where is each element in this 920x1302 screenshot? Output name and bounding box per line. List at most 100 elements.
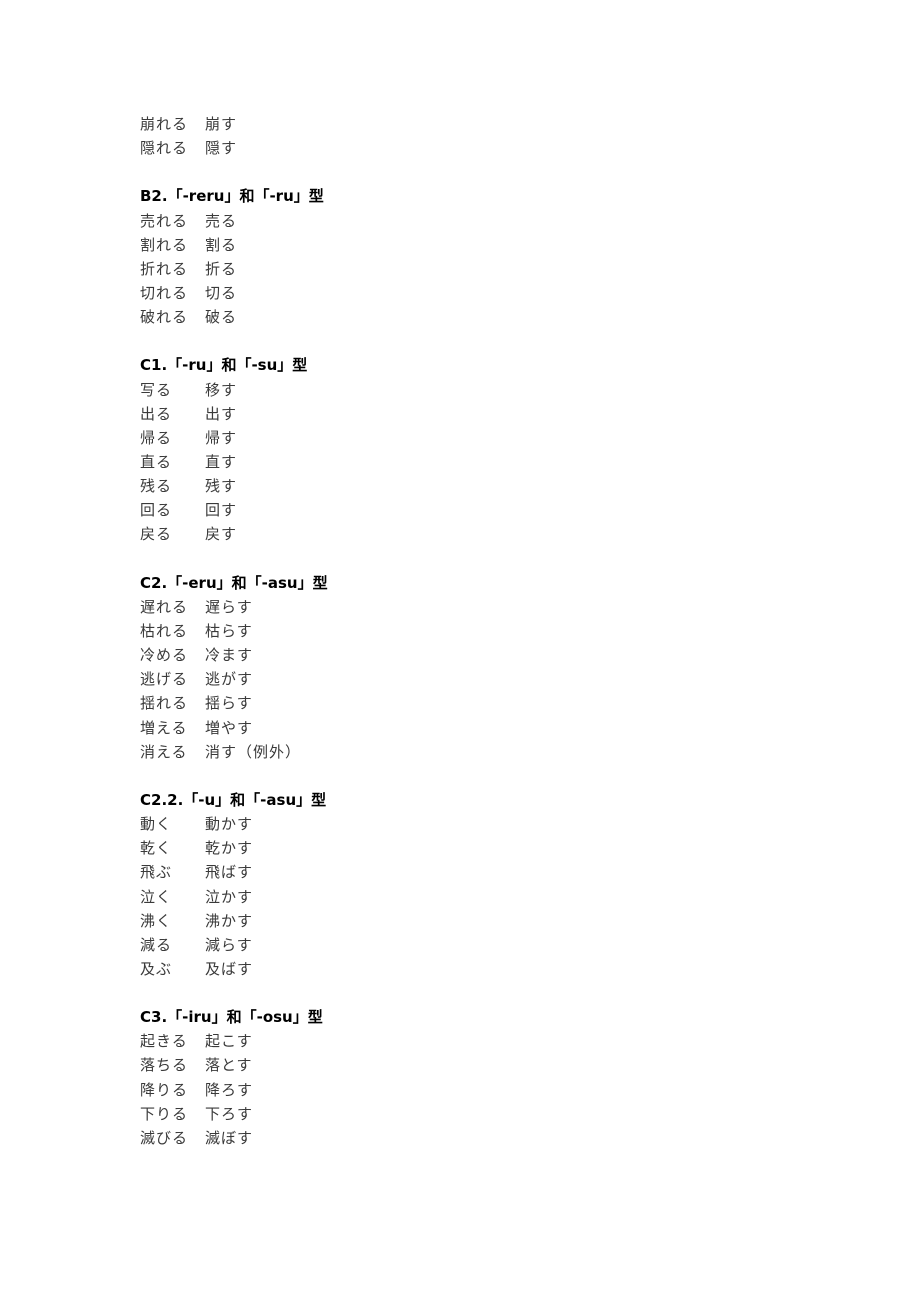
transitive-verb: 泣かす [205,887,254,906]
verb-pair-row: 直る 直す [140,450,328,474]
verb-pair-row: 下りる 下ろす [140,1102,328,1126]
verb-pair-row: 切れる 切る [140,281,328,305]
verb-pair-row: 及ぶ 及ばす [140,957,328,981]
intransitive-verb: 減る [140,935,173,954]
verb-pair-row: 枯れる 枯らす [140,619,328,643]
intransitive-verb: 増える [140,718,188,737]
section-heading: C1.「-ru」和「-su」型 [140,356,308,375]
intransitive-verb: 落ちる [140,1056,189,1075]
intransitive-verb: 遅れる [140,597,189,616]
section-heading: C2.2.「-u」和「-asu」型 [140,790,327,809]
verb-pair-row: 増える 増やす [140,716,328,740]
transitive-verb: 遅らす [205,597,253,616]
transitive-verb: 滅ぼす [205,1128,254,1147]
verb-pair-row: 落ちる 落とす [140,1053,328,1077]
intransitive-verb: 下りる [140,1104,189,1123]
intransitive-verb: 滅びる [140,1128,189,1147]
intransitive-verb: 崩れる [140,115,189,133]
intransitive-verb: 写る [140,380,173,399]
intransitive-verb: 消える [140,742,188,761]
intransitive-verb: 売れる [140,211,189,230]
intransitive-verb: 折れる [140,259,189,278]
transitive-verb: 動かす [205,815,254,834]
intransitive-verb: 直る [140,452,173,471]
intransitive-verb: 泣く [140,887,173,906]
transitive-verb: 減らす [205,935,253,954]
verb-pair-row: 沸く 沸かす [140,909,328,933]
intransitive-verb: 隠れる [140,139,189,158]
intransitive-verb: 起きる [140,1032,188,1051]
verb-pair-row: 写る 移す [140,378,328,402]
verb-pair-row: 回る 回す [140,498,328,522]
verb-pair-row: 乾く 乾かす [140,836,328,860]
verb-pair-row: 飛ぶ 飛ばす [140,860,328,884]
intransitive-verb: 揺れる [140,694,189,713]
transitive-verb: 売る [205,211,238,230]
transitive-verb: 下ろす [205,1104,254,1123]
transitive-verb: 破る [205,308,238,327]
intransitive-verb: 回る [140,501,173,520]
verb-pair-row: 消える 消す（例外） [140,740,328,764]
transitive-verb: 冷ます [205,646,254,665]
intransitive-verb: 戻る [140,525,173,544]
intransitive-verb: 逃げる [140,670,189,689]
verb-pair-row: 残る 残す [140,474,328,498]
verb-pair-row: 破れる 破る [140,305,328,329]
transitive-verb: 起こす [205,1032,253,1051]
transitive-verb: 回す [205,501,238,520]
intransitive-verb: 動く [140,815,173,834]
verb-pair-row: 減る 減らす [140,933,328,957]
transitive-verb: 出す [205,404,238,423]
document-page: 崩れる 崩す 隠れる 隠す B2.「-reru」和「-ru」型 売れる 売る 割れる 割る 折れる… [140,112,328,1150]
intransitive-verb: 枯れる [140,621,189,640]
transitive-verb: 折る [205,259,238,278]
transitive-verb: 逃がす [205,670,254,689]
verb-pair-row: 滅びる 滅ぼす [140,1126,328,1150]
intransitive-verb: 出る [140,404,173,423]
intransitive-verb: 沸く [140,911,173,930]
intransitive-verb: 割れる [140,235,189,254]
intransitive-verb: 及ぶ [140,959,173,978]
transitive-verb: 残す [205,477,238,496]
transitive-verb: 切る [205,283,238,302]
intransitive-verb: 冷める [140,646,189,665]
verb-pair-row: 帰る 帰す [140,426,328,450]
intransitive-verb: 降りる [140,1080,189,1099]
verb-pair-row: 降りる 降ろす [140,1078,328,1102]
intransitive-verb: 乾く [140,839,173,858]
transitive-verb: 帰す [205,428,238,447]
verb-pair-row: 崩れる 崩す [140,112,328,136]
verb-pair-row: 泣く 泣かす [140,885,328,909]
verb-pair-row: 冷める 冷ます [140,643,328,667]
transitive-verb: 及ばす [205,959,254,978]
transitive-verb: 割る [205,235,238,254]
transitive-verb: 増やす [205,718,254,737]
verb-pair-row: 動く 動かす [140,812,328,836]
transitive-verb: 隠す [205,139,238,158]
transitive-verb: 消す（例外） [205,742,302,761]
intransitive-verb: 飛ぶ [140,863,173,882]
verb-pair-row: 揺れる 揺らす [140,691,328,715]
transitive-verb: 直す [205,452,238,471]
section-heading: C3.「-iru」和「-osu」型 [140,1008,323,1027]
intransitive-verb: 帰る [140,428,173,447]
transitive-verb: 戻す [205,525,238,544]
transitive-verb: 崩す [205,115,238,133]
transitive-verb: 枯らす [205,621,253,640]
intransitive-verb: 破れる [140,308,189,327]
section-heading: B2.「-reru」和「-ru」型 [140,187,324,206]
transitive-verb: 乾かす [205,839,254,858]
verb-pair-row: 折れる 折る [140,257,328,281]
verb-pair-row: 割れる 割る [140,233,328,257]
verb-pair-row: 戻る 戻す [140,522,328,546]
transitive-verb: 落とす [205,1056,253,1075]
transitive-verb: 揺らす [205,694,253,713]
verb-pair-row: 逃げる 逃がす [140,667,328,691]
section-heading: C2.「-eru」和「-asu」型 [140,573,328,592]
intransitive-verb: 残る [140,477,173,496]
